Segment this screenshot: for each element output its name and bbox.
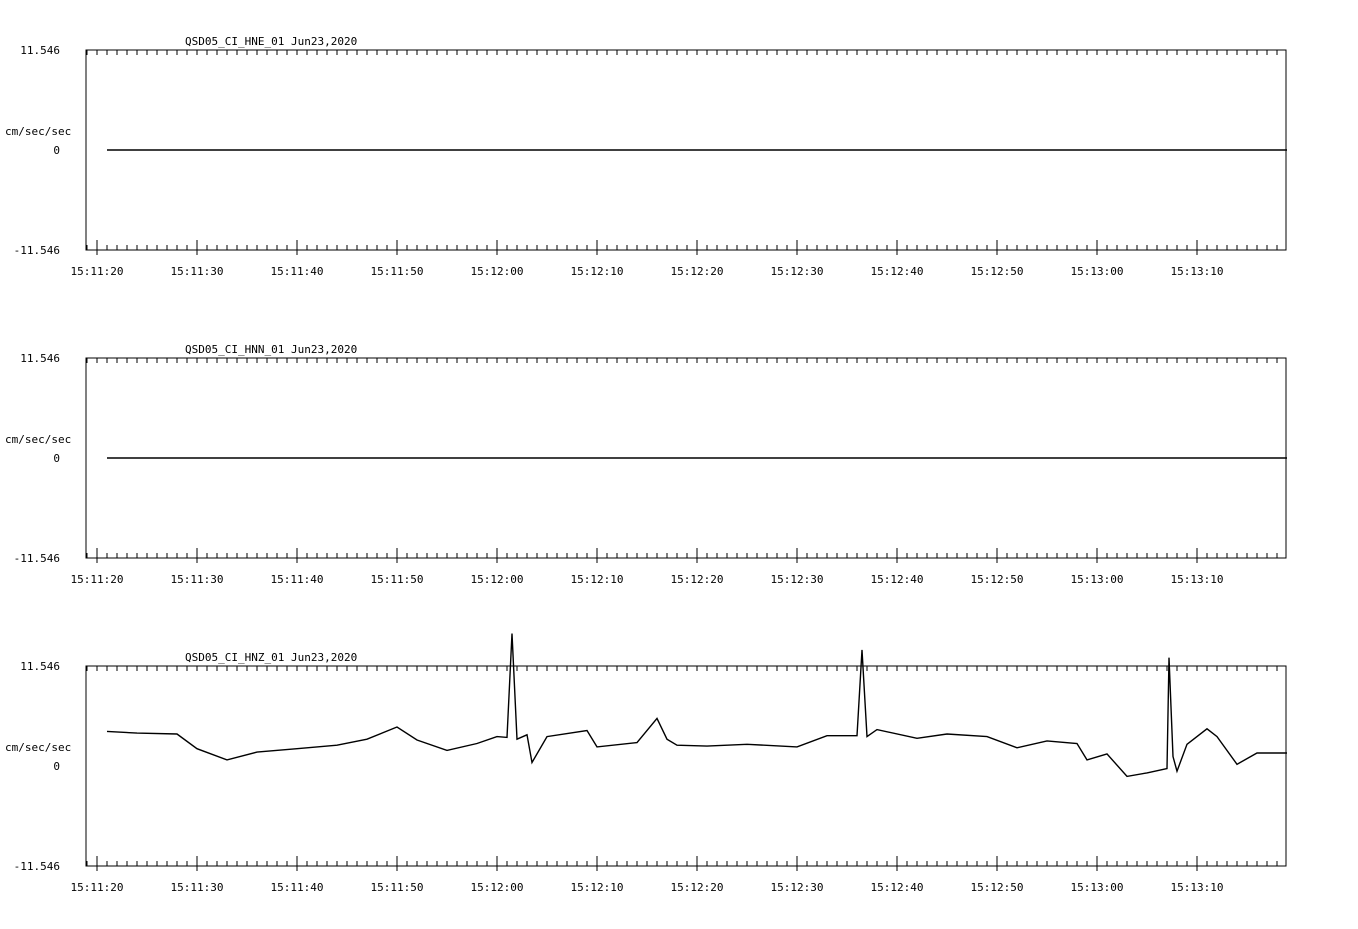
x-tick-label: 15:11:20 (71, 881, 124, 894)
x-tick-label: 15:13:10 (1171, 573, 1224, 586)
x-tick-label: 15:12:10 (571, 573, 624, 586)
y-tick-label: -11.546 (14, 552, 60, 565)
x-tick-label: 15:12:40 (871, 573, 924, 586)
seismogram-chart: QSD05_CI_HNE_01 Jun23,2020 11.546 0 -11.546… (5, 35, 1287, 894)
y-tick-label: 0 (53, 760, 60, 773)
x-tick-label: 15:13:00 (1071, 265, 1124, 278)
x-tick-label: 15:11:20 (71, 265, 124, 278)
x-tick-label: 15:11:50 (371, 573, 424, 586)
x-tick-label: 15:13:10 (1171, 265, 1224, 278)
x-tick-label: 15:11:40 (271, 573, 324, 586)
x-tick-label: 15:12:10 (571, 881, 624, 894)
x-tick-label: 15:11:40 (271, 265, 324, 278)
x-tick-label: 15:11:20 (71, 573, 124, 586)
x-tick-label: 15:12:20 (671, 881, 724, 894)
x-tick-label: 15:11:40 (271, 881, 324, 894)
x-tick-label: 15:12:50 (971, 881, 1024, 894)
x-tick-label: 15:11:50 (371, 881, 424, 894)
x-tick-label: 15:13:10 (1171, 881, 1224, 894)
y-axis-label: cm/sec/sec (5, 433, 71, 446)
y-tick-label: 11.546 (20, 44, 60, 57)
x-tick-label: 15:12:20 (671, 265, 724, 278)
chart-title: QSD05_CI_HNE_01 Jun23,2020 (185, 35, 357, 48)
x-tick-label: 15:12:00 (471, 881, 524, 894)
x-tick-label: 15:11:30 (171, 881, 224, 894)
x-tick-label: 15:12:40 (871, 265, 924, 278)
y-tick-label: 0 (53, 144, 60, 157)
x-tick-label: 15:12:50 (971, 265, 1024, 278)
y-tick-label: 11.546 (20, 660, 60, 673)
y-tick-label: -11.546 (14, 860, 60, 873)
x-tick-label: 15:12:30 (771, 573, 824, 586)
y-tick-label: 11.546 (20, 352, 60, 365)
plot-frame (85, 665, 1287, 867)
x-tick-label: 15:12:50 (971, 573, 1024, 586)
y-axis-label: cm/sec/sec (5, 125, 71, 138)
x-tick-label: 15:12:10 (571, 265, 624, 278)
x-tick-label: 15:12:00 (471, 265, 524, 278)
seismogram-page: QSD05_CI_HNE_01 Jun23,2020 11.546 0 -11.546… (0, 0, 1358, 924)
chart-title: QSD05_CI_HNN_01 Jun23,2020 (185, 343, 357, 356)
x-tick-label: 15:11:50 (371, 265, 424, 278)
y-tick-label: 0 (53, 452, 60, 465)
chart-title: QSD05_CI_HNZ_01 Jun23,2020 (185, 651, 357, 664)
x-tick-label: 15:13:00 (1071, 573, 1124, 586)
x-tick-label: 15:11:30 (171, 573, 224, 586)
x-tick-label: 15:11:30 (171, 265, 224, 278)
y-tick-label: -11.546 (14, 244, 60, 257)
x-tick-label: 15:12:20 (671, 573, 724, 586)
x-tick-label: 15:13:00 (1071, 881, 1124, 894)
y-axis-label: cm/sec/sec (5, 741, 71, 754)
x-tick-label: 15:12:30 (771, 881, 824, 894)
x-tick-label: 15:12:40 (871, 881, 924, 894)
x-tick-label: 15:12:00 (471, 573, 524, 586)
x-tick-label: 15:12:30 (771, 265, 824, 278)
